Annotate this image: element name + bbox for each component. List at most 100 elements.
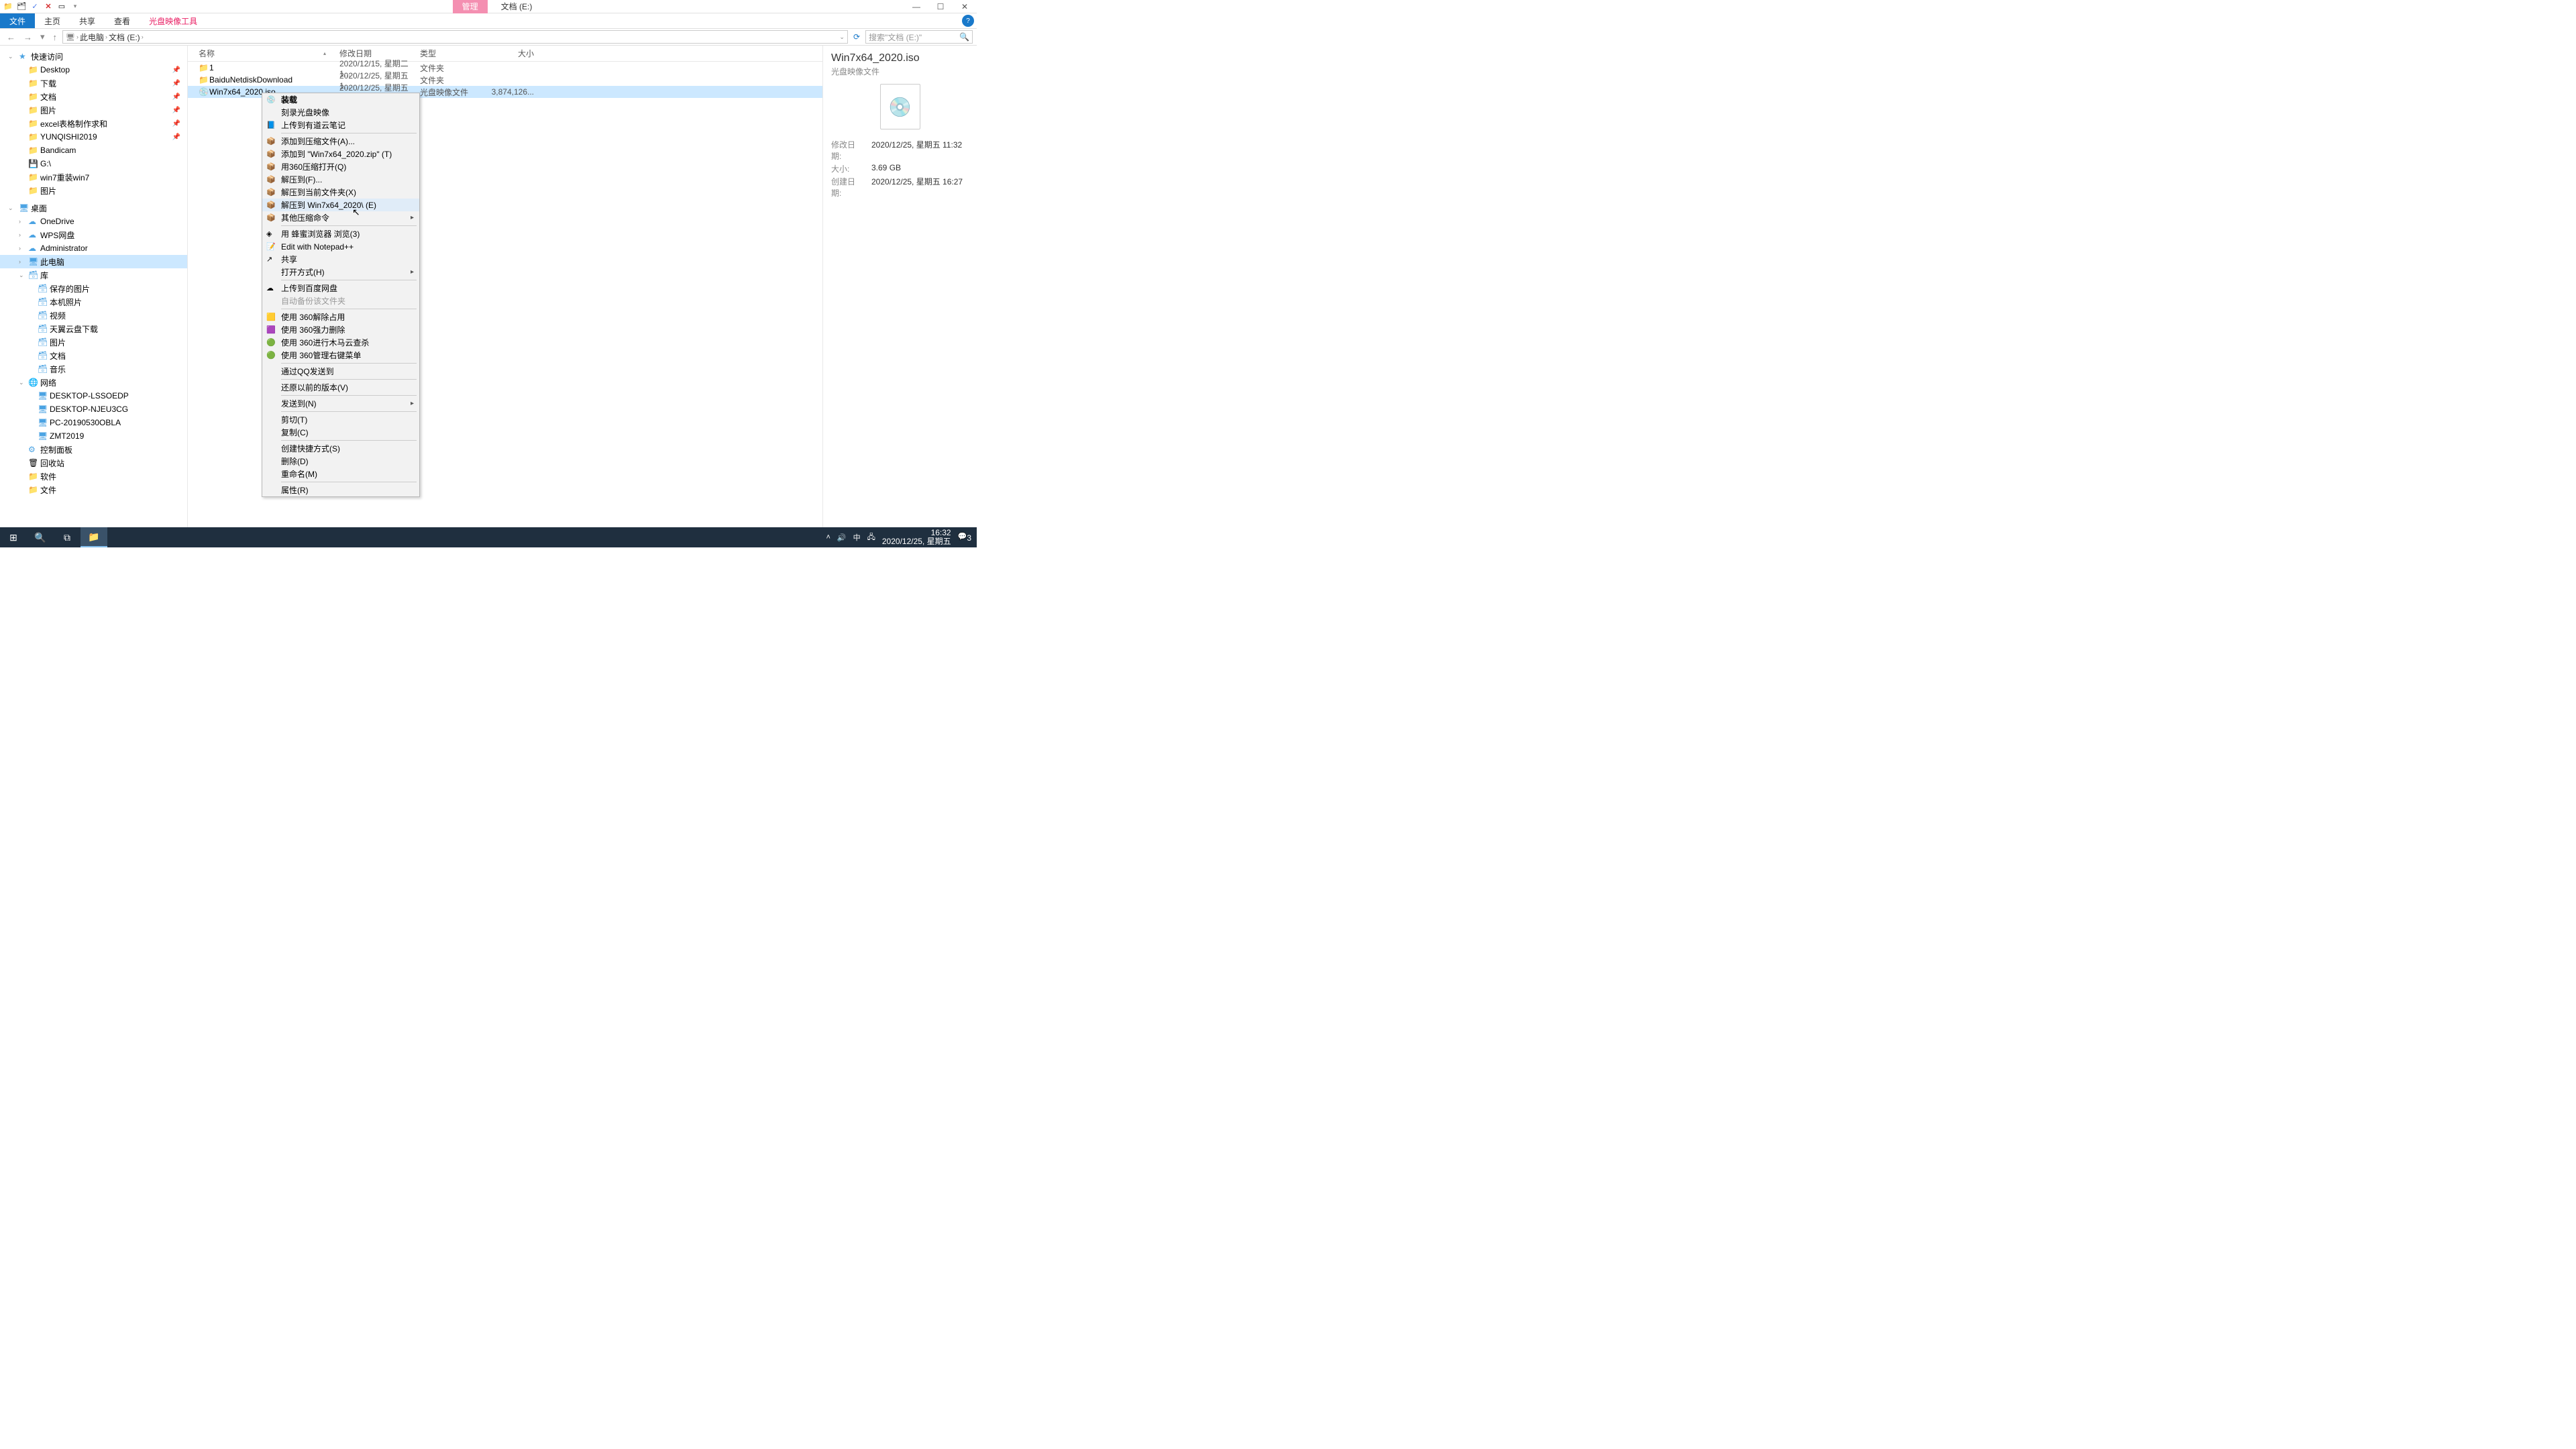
context-menu-item[interactable]: 复制(C) — [262, 426, 419, 439]
context-menu-item[interactable]: 刻录光盘映像 — [262, 106, 419, 119]
forward-button[interactable]: → — [21, 32, 35, 42]
context-menu-item[interactable]: 💿装载 — [262, 93, 419, 106]
folder-icon[interactable]: 📁 — [3, 1, 13, 12]
history-dropdown[interactable]: ▾ — [38, 32, 48, 42]
minimize-button[interactable]: — — [904, 0, 928, 13]
tree-item[interactable]: 🖥DESKTOP-NJEU3CG — [0, 402, 187, 416]
context-menu-item[interactable]: 📦解压到(F)... — [262, 173, 419, 186]
chevron-right-icon[interactable]: › — [76, 34, 78, 40]
context-menu-item[interactable]: ☁上传到百度网盘 — [262, 282, 419, 294]
new-folder-icon[interactable]: ▭ — [56, 1, 67, 12]
breadcrumb[interactable]: 🖥 › 此电脑 › 文档 (E:) › ⌄ — [62, 30, 848, 44]
refresh-icon[interactable]: ⟳ — [851, 32, 863, 42]
ribbon-tab-home[interactable]: 主页 — [35, 13, 70, 28]
tree-folder[interactable]: 📁软件 — [0, 470, 187, 483]
maximize-button[interactable]: ☐ — [928, 0, 953, 13]
tree-this-pc[interactable]: ›🖥此电脑 — [0, 255, 187, 268]
context-menu-item[interactable]: 属性(R) — [262, 484, 419, 496]
tree-item[interactable]: 🖥PC-20190530OBLA — [0, 416, 187, 429]
context-menu-item[interactable]: 重命名(M) — [262, 468, 419, 480]
tree-item[interactable]: ›☁Administrator — [0, 241, 187, 255]
tree-control-panel[interactable]: ⚙控制面板 — [0, 443, 187, 456]
tree-item[interactable]: 🗃文档 — [0, 349, 187, 362]
ribbon-tab-disc-tools[interactable]: 光盘映像工具 — [140, 13, 207, 28]
tree-item[interactable]: ›☁OneDrive — [0, 215, 187, 228]
tree-item[interactable]: 📁Desktop📌 — [0, 63, 187, 76]
tree-item[interactable]: 📁文档📌 — [0, 90, 187, 103]
system-tray[interactable]: ˄ 🔊 中 🖧 16:32 2020/12/25, 星期五 💬3 — [826, 529, 977, 546]
tree-item[interactable]: 💾G:\ — [0, 157, 187, 170]
tree-item[interactable]: 📁图片 — [0, 184, 187, 197]
properties-icon[interactable]: ✓ — [30, 1, 40, 12]
delete-icon[interactable]: ✕ — [43, 1, 54, 12]
help-icon[interactable]: ? — [962, 15, 974, 27]
context-menu-item[interactable]: 📘上传到有道云笔记 — [262, 119, 419, 131]
tree-item[interactable]: 🗃图片 — [0, 335, 187, 349]
context-menu-item[interactable]: 通过QQ发送到 — [262, 365, 419, 378]
address-dropdown-icon[interactable]: ⌄ — [839, 34, 845, 41]
volume-icon[interactable]: 🔊 — [837, 533, 847, 542]
breadcrumb-part[interactable]: 此电脑 — [80, 32, 104, 43]
search-input[interactable]: 搜索"文档 (E:)" 🔍 — [865, 30, 973, 44]
context-menu-item[interactable]: 📦添加到压缩文件(A)... — [262, 135, 419, 148]
tree-folder[interactable]: 📁文件 — [0, 483, 187, 496]
context-menu-item[interactable]: 打开方式(H)▸ — [262, 266, 419, 278]
chevron-right-icon[interactable]: › — [142, 34, 144, 40]
tree-item[interactable]: 📁win7重装win7 — [0, 170, 187, 184]
tree-item[interactable]: 🖥ZMT2019 — [0, 429, 187, 443]
search-button[interactable]: 🔍 — [27, 527, 54, 547]
context-menu-item[interactable]: 📝Edit with Notepad++ — [262, 240, 419, 253]
tree-network[interactable]: ⌄🌐网络 — [0, 376, 187, 389]
start-button[interactable]: ⊞ — [0, 527, 27, 547]
tree-item[interactable]: ›☁WPS网盘 — [0, 228, 187, 241]
tree-item[interactable]: 📁Bandicam — [0, 144, 187, 157]
context-menu-item[interactable]: 📦添加到 "Win7x64_2020.zip" (T) — [262, 148, 419, 160]
context-menu-item[interactable]: 创建快捷方式(S) — [262, 442, 419, 455]
network-icon[interactable]: 🖧 — [867, 531, 875, 544]
tree-libraries[interactable]: ⌄🗃库 — [0, 268, 187, 282]
context-menu-item[interactable]: 🟪使用 360强力删除 — [262, 323, 419, 336]
taskbar[interactable]: ⊞ 🔍 ⧉ 📁 ˄ 🔊 中 🖧 16:32 2020/12/25, 星期五 💬3 — [0, 527, 977, 547]
chevron-right-icon[interactable]: › — [105, 34, 107, 40]
action-center-icon[interactable]: 💬3 — [958, 532, 971, 543]
close-button[interactable]: ✕ — [953, 0, 977, 13]
context-menu-item[interactable]: 🟨使用 360解除占用 — [262, 311, 419, 323]
navigation-tree[interactable]: ⌄★快速访问 📁Desktop📌📁下载📌📁文档📌📁图片📌📁excel表格制作求和… — [0, 46, 188, 529]
contextual-tab[interactable]: 管理 — [453, 0, 488, 13]
tree-item[interactable]: 📁YUNQISHI2019📌 — [0, 130, 187, 144]
context-menu-item[interactable]: 📦其他压缩命令▸ — [262, 211, 419, 224]
ribbon-tab-view[interactable]: 查看 — [105, 13, 140, 28]
col-type[interactable]: 类型 — [420, 48, 487, 59]
search-icon[interactable]: 🔍 — [959, 32, 969, 42]
clock[interactable]: 16:32 2020/12/25, 星期五 — [882, 529, 951, 546]
up-button[interactable]: ↑ — [50, 32, 60, 42]
ribbon-tab-file[interactable]: 文件 — [0, 13, 35, 28]
ribbon-tab-share[interactable]: 共享 — [70, 13, 105, 28]
context-menu-item[interactable]: 🟢使用 360进行木马云查杀 — [262, 336, 419, 349]
ime-indicator[interactable]: 中 — [853, 532, 861, 543]
context-menu-item[interactable]: ◈用 蜂蜜浏览器 浏览(3) — [262, 227, 419, 240]
context-menu-item[interactable]: 剪切(T) — [262, 413, 419, 426]
tree-item[interactable]: 📁excel表格制作求和📌 — [0, 117, 187, 130]
task-view-button[interactable]: ⧉ — [54, 527, 80, 547]
explorer-icon[interactable]: 🗂 — [16, 1, 27, 12]
breadcrumb-part[interactable]: 文档 (E:) — [109, 32, 140, 43]
context-menu-item[interactable]: 📦用360压缩打开(Q) — [262, 160, 419, 173]
tree-item[interactable]: 🗃视频 — [0, 309, 187, 322]
col-name[interactable]: 名称▴ — [199, 48, 339, 59]
tree-item[interactable]: 🗃本机照片 — [0, 295, 187, 309]
tray-chevron-icon[interactable]: ˄ — [826, 533, 830, 541]
context-menu-item[interactable]: 删除(D) — [262, 455, 419, 468]
col-size[interactable]: 大小 — [487, 48, 547, 59]
tree-item[interactable]: 📁下载📌 — [0, 76, 187, 90]
tree-item[interactable]: 📁图片📌 — [0, 103, 187, 117]
tree-quick-access[interactable]: ⌄★快速访问 — [0, 50, 187, 63]
back-button[interactable]: ← — [4, 32, 18, 42]
context-menu-item[interactable]: 还原以前的版本(V) — [262, 381, 419, 394]
context-menu-item[interactable]: 📦解压到当前文件夹(X) — [262, 186, 419, 199]
tree-recycle-bin[interactable]: 🗑回收站 — [0, 456, 187, 470]
tree-item[interactable]: 🗃天翼云盘下载 — [0, 322, 187, 335]
tree-item[interactable]: 🗃音乐 — [0, 362, 187, 376]
tree-desktop[interactable]: ⌄🖥桌面 — [0, 201, 187, 215]
context-menu-item[interactable]: 📦解压到 Win7x64_2020\ (E) — [262, 199, 419, 211]
